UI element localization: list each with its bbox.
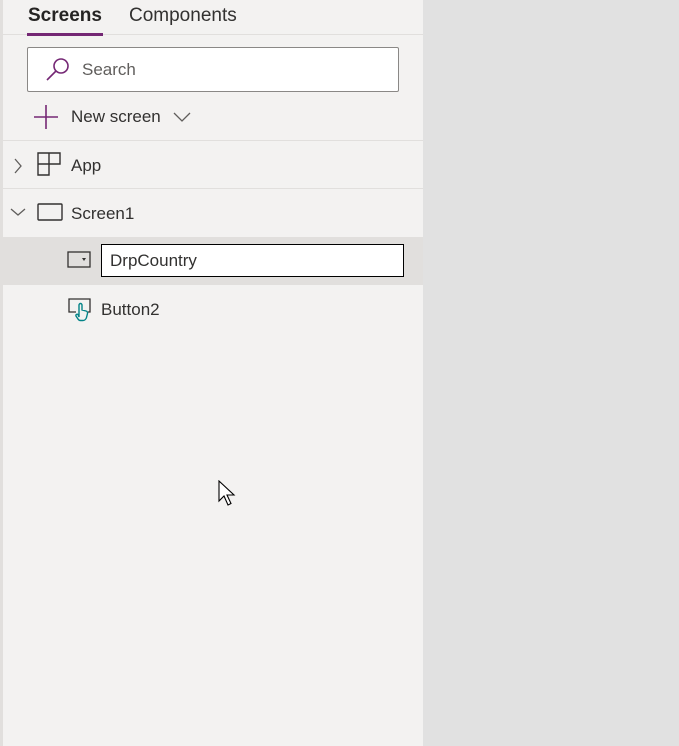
tab-components[interactable]: Components	[129, 5, 237, 27]
canvas-area	[423, 0, 679, 746]
chevron-down-icon[interactable]	[173, 111, 191, 123]
tree-item-dropdown[interactable]	[3, 237, 423, 285]
mouse-cursor-icon	[218, 480, 236, 506]
search-box[interactable]	[27, 47, 399, 92]
tree-item-label: App	[71, 156, 102, 175]
dropdown-icon	[67, 251, 91, 268]
chevron-right-icon[interactable]	[13, 158, 23, 174]
chevron-down-icon[interactable]	[10, 207, 26, 217]
new-screen-label: New screen	[71, 107, 161, 126]
button-icon	[68, 298, 91, 322]
tree-item-screen1[interactable]: Screen1	[3, 189, 423, 237]
tab-bar: Screens Components	[3, 0, 423, 36]
tab-screens[interactable]: Screens	[27, 5, 103, 36]
tree-view-panel: Screens Components New screen App	[0, 0, 423, 746]
rename-input[interactable]	[101, 244, 404, 277]
tree-item-label: Button2	[101, 300, 160, 319]
tree-item-label: Screen1	[71, 204, 135, 223]
plus-icon	[34, 105, 58, 129]
tree-item-button2[interactable]: Button2	[3, 285, 423, 333]
tree-item-app[interactable]: App	[3, 141, 423, 189]
app-icon	[37, 152, 61, 176]
search-input[interactable]	[82, 58, 382, 82]
new-screen-button[interactable]: New screen	[33, 104, 191, 130]
search-icon	[46, 58, 69, 81]
screen-icon	[37, 203, 63, 221]
